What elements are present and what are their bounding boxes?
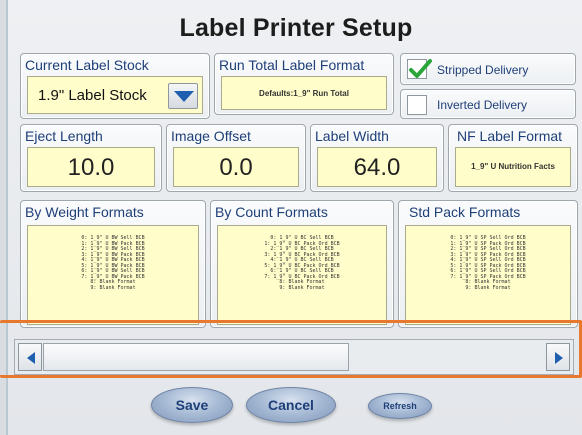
label-stock-value: 1.9" Label Stock [38, 87, 147, 104]
checkmark-icon [409, 59, 432, 78]
current-label-stock-title: Current Label Stock [25, 57, 149, 73]
eject-length-panel: Eject Length 10.0 [20, 124, 162, 192]
label-stock-dropdown[interactable]: 1.9" Label Stock [27, 76, 203, 114]
eject-length-value: 10.0 [67, 154, 115, 181]
save-button[interactable]: Save [151, 387, 233, 423]
run-total-title: Run Total Label Format [219, 57, 365, 73]
by-weight-formats-panel: By Weight Formats 0: 1_9" U BW Sell BCB … [20, 200, 206, 328]
image-offset-value: 0.0 [219, 154, 253, 181]
run-total-format-field[interactable]: Defaults:1_9" Run Total [221, 76, 387, 110]
scroll-left-button[interactable] [18, 343, 42, 371]
nf-label-format-field[interactable]: 1_9" U Nutrition Facts [455, 147, 571, 187]
std-pack-formats-title: Std Pack Formats [409, 204, 521, 220]
cancel-button[interactable]: Cancel [246, 387, 336, 423]
image-offset-field[interactable]: 0.0 [173, 147, 299, 187]
label-width-title: Label Width [315, 128, 389, 144]
page-title: Label Printer Setup [179, 14, 413, 42]
stripped-delivery-option[interactable]: Stripped Delivery [400, 53, 576, 85]
eject-length-field[interactable]: 10.0 [27, 147, 155, 187]
label-width-field[interactable]: 64.0 [317, 147, 437, 187]
std-pack-formats-list[interactable]: 0: 1_9" U SP Sell Ord BCB 1: 1_9" U SP P… [405, 225, 571, 325]
inverted-delivery-checkbox[interactable] [407, 95, 427, 115]
run-total-panel: Run Total Label Format Defaults:1_9" Run… [214, 53, 394, 115]
current-label-stock-panel: Current Label Stock 1.9" Label Stock [20, 53, 210, 119]
inverted-delivery-label: Inverted Delivery [437, 98, 528, 112]
by-weight-formats-list[interactable]: 0: 1_9" U BW Sell BCB 1: 1_9" U BW Pack … [27, 225, 199, 325]
by-count-formats-panel: By Count Formats 0: 1_9" U BC Sell BCB 1… [210, 200, 394, 328]
stripped-delivery-label: Stripped Delivery [437, 63, 529, 77]
scrollbar-thumb[interactable] [43, 343, 349, 371]
horizontal-scrollbar[interactable] [14, 339, 574, 375]
dropdown-button[interactable] [168, 83, 198, 109]
chevron-down-icon [174, 91, 194, 102]
std-pack-formats-panel: Std Pack Formats 0: 1_9" U SP Sell Ord B… [398, 200, 578, 328]
nf-label-format-title: NF Label Format [457, 128, 563, 144]
std-pack-formats-items: 0: 1_9" U SP Sell Ord BCB 1: 1_9" U SP P… [450, 235, 526, 291]
by-count-formats-title: By Count Formats [215, 204, 328, 220]
inverted-delivery-option[interactable]: Inverted Delivery [400, 89, 576, 119]
run-total-value: Defaults:1_9" Run Total [259, 89, 349, 98]
arrow-right-icon [555, 352, 563, 364]
by-count-formats-list[interactable]: 0: 1_9" U BC Sell BCB 1: 1_9" U BC Pack … [217, 225, 387, 325]
by-weight-formats-title: By Weight Formats [25, 204, 144, 220]
stripped-delivery-checkbox[interactable] [407, 59, 432, 79]
arrow-left-icon [27, 352, 35, 364]
nf-label-format-value: 1_9" U Nutrition Facts [471, 162, 555, 171]
nf-label-format-panel: NF Label Format 1_9" U Nutrition Facts [448, 124, 578, 192]
eject-length-title: Eject Length [25, 128, 103, 144]
scroll-right-button[interactable] [546, 343, 570, 371]
refresh-button[interactable]: Refresh [368, 393, 432, 419]
label-width-panel: Label Width 64.0 [310, 124, 444, 192]
by-count-formats-items: 0: 1_9" U BC Sell BCB 1: 1_9" U BC Pack … [264, 235, 340, 291]
by-weight-formats-items: 0: 1_9" U BW Sell BCB 1: 1_9" U BW Pack … [81, 235, 145, 291]
label-width-value: 64.0 [353, 154, 401, 181]
image-offset-panel: Image Offset 0.0 [166, 124, 306, 192]
image-offset-title: Image Offset [171, 128, 251, 144]
